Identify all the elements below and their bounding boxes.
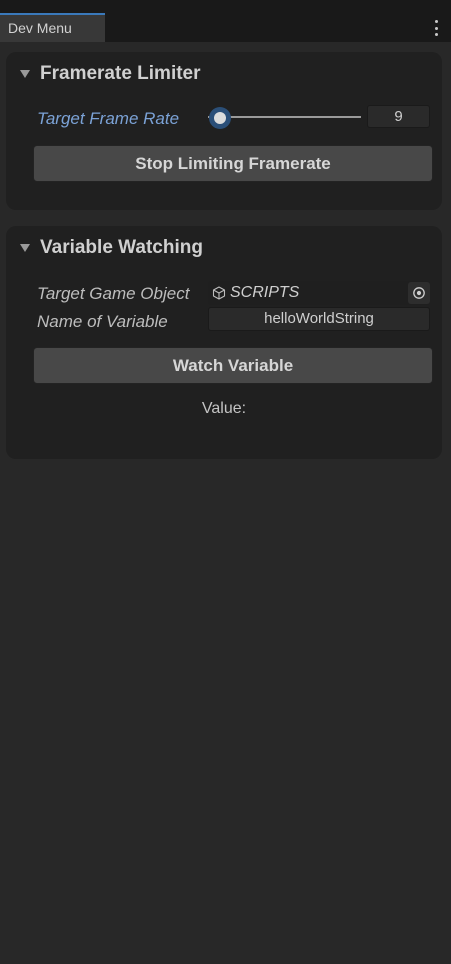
variable-watching-foldout[interactable]: Variable Watching [6, 226, 442, 270]
slider-thumb[interactable] [209, 107, 231, 129]
target-game-object-value: SCRIPTS [230, 284, 300, 301]
variable-name-value: helloWorldString [264, 310, 374, 327]
tab-bar: Dev Menu [0, 0, 451, 42]
dev-menu-panel: Framerate Limiter Target Frame Rate 9 St… [0, 42, 451, 964]
target-frame-rate-value: 9 [394, 108, 403, 125]
tab-dev-menu[interactable]: Dev Menu [0, 13, 105, 42]
framerate-limiter-title: Framerate Limiter [40, 63, 201, 84]
name-of-variable-label: Name of Variable [37, 312, 168, 331]
variable-watching-section: Variable Watching Target Game Object SCR… [6, 226, 442, 459]
object-picker-icon[interactable] [408, 282, 430, 304]
target-game-object-field[interactable]: SCRIPTS [208, 281, 430, 305]
framerate-limiter-section: Framerate Limiter Target Frame Rate 9 St… [6, 52, 442, 210]
slider-thumb-knob [214, 112, 226, 124]
watch-variable-button[interactable]: Watch Variable [33, 347, 433, 384]
variable-name-input[interactable]: helloWorldString [208, 307, 430, 331]
foldout-arrow-icon [20, 70, 30, 78]
tab-dev-menu-label: Dev Menu [8, 20, 72, 36]
target-game-object-label: Target Game Object [37, 284, 190, 303]
cube-icon [212, 286, 226, 300]
kebab-menu-icon[interactable] [433, 20, 439, 36]
value-label: Value: [201, 400, 247, 417]
stop-limiting-framerate-button[interactable]: Stop Limiting Framerate [33, 145, 433, 182]
target-frame-rate-field[interactable]: 9 [367, 105, 430, 128]
variable-watching-title: Variable Watching [40, 237, 203, 258]
foldout-arrow-icon [20, 244, 30, 252]
framerate-limiter-foldout[interactable]: Framerate Limiter [6, 52, 442, 96]
target-frame-rate-label: Target Frame Rate [37, 109, 180, 128]
